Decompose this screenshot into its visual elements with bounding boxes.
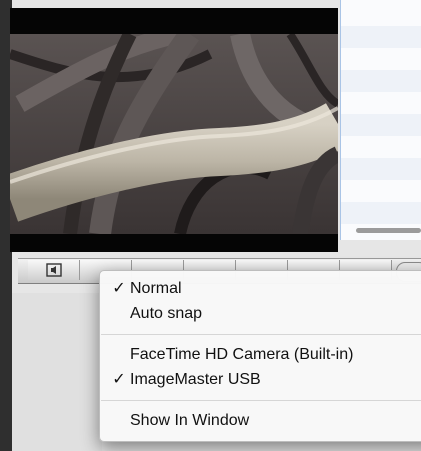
menu-item-facetime-camera[interactable]: FaceTime HD Camera (Built-in) <box>100 343 421 367</box>
checkmark-icon: ✓ <box>112 280 126 297</box>
popup-menu: ✓ Normal Auto snap FaceTime HD Camera (B… <box>99 270 421 442</box>
menu-separator <box>101 334 421 335</box>
list-row <box>341 158 421 180</box>
list-panel <box>340 0 421 240</box>
menu-item-label: Normal <box>130 280 182 297</box>
horizontal-scrollbar[interactable] <box>356 228 421 233</box>
menu-item-normal[interactable]: ✓ Normal <box>100 277 421 301</box>
audio-button[interactable] <box>28 260 80 280</box>
checkmark-icon: ✓ <box>112 371 126 388</box>
list-row <box>341 114 421 136</box>
speaker-icon <box>45 263 62 277</box>
menu-item-auto-snap[interactable]: Auto snap <box>100 302 421 326</box>
list-row <box>341 70 421 92</box>
window-bottom <box>12 293 102 451</box>
menu-separator <box>101 400 421 401</box>
menu-item-label: Show In Window <box>130 412 250 429</box>
list-row <box>341 26 421 48</box>
video-feed <box>10 34 338 234</box>
menu-item-label: Auto snap <box>130 305 203 322</box>
list-row <box>341 202 421 224</box>
camera-preview <box>10 8 338 252</box>
menu-item-show-in-window[interactable]: Show In Window <box>100 409 421 433</box>
menu-item-label: ImageMaster USB <box>130 371 261 388</box>
menu-item-imagemaster-usb[interactable]: ✓ ImageMaster USB <box>100 368 421 392</box>
cable-image <box>10 34 338 234</box>
menu-item-label: FaceTime HD Camera (Built-in) <box>130 346 354 363</box>
